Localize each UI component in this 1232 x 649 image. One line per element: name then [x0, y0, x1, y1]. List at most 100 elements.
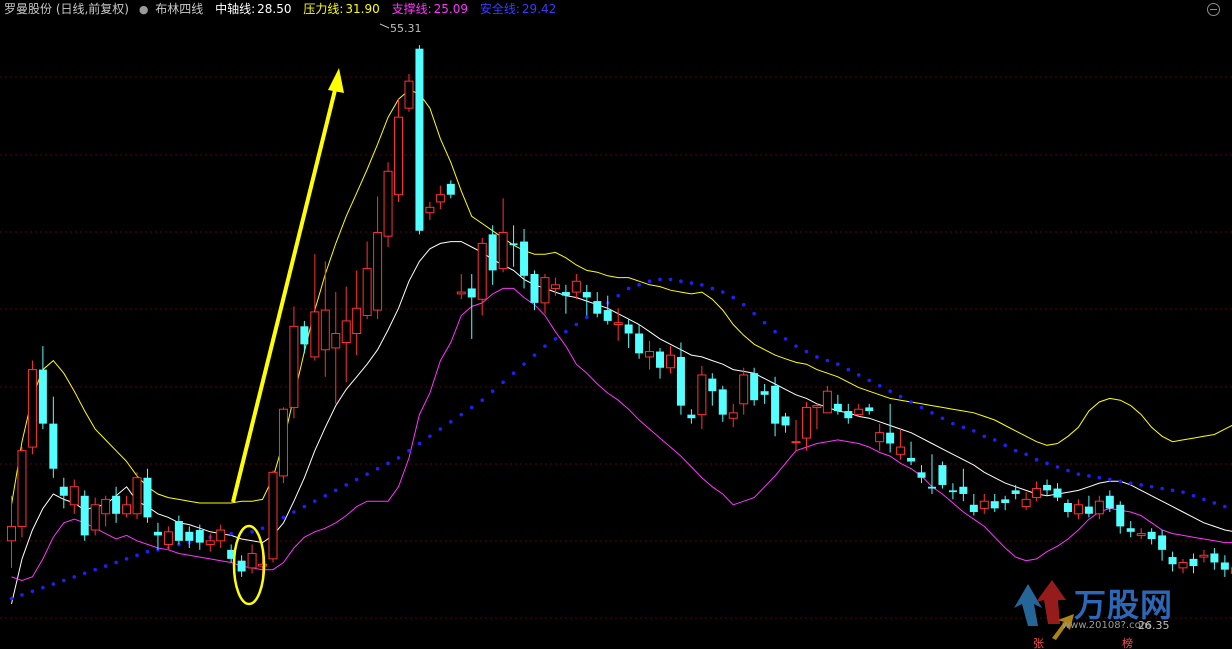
safe-line-dot — [1191, 493, 1196, 498]
safe-line-dot — [658, 277, 662, 282]
candle-up — [477, 242, 487, 300]
safe-line-dot — [124, 557, 129, 561]
candle-down — [1011, 490, 1020, 494]
candle-up — [540, 277, 550, 304]
candle-down — [948, 490, 957, 493]
safe-line-dot — [919, 405, 924, 410]
candle-down — [520, 241, 529, 276]
safe-line-dot — [386, 461, 390, 466]
lower-line-label: 支撑线: — [391, 2, 432, 16]
safe-line-dot — [1160, 486, 1164, 491]
candle-down — [1126, 528, 1135, 532]
candle-up — [550, 284, 560, 289]
candle-up — [1021, 498, 1031, 508]
safe-line-dot — [626, 286, 631, 291]
candle-up — [383, 170, 393, 237]
candle-down — [1116, 504, 1125, 527]
candle-up — [1073, 504, 1083, 515]
mid-line-label: 中轴线: — [215, 2, 256, 16]
safe-line-dot — [93, 567, 97, 572]
safe-line-value: 29.42 — [521, 2, 557, 16]
candle-up — [122, 504, 132, 515]
candle-up — [801, 406, 811, 439]
safe-line-dot — [407, 448, 411, 453]
safe-line-dot — [909, 400, 913, 404]
mid-band-line — [11, 241, 1232, 605]
safe-line-dot — [354, 477, 359, 482]
safe-line-dot — [731, 295, 736, 300]
safe-line-dot — [773, 329, 777, 334]
safe-line-dot — [522, 362, 526, 366]
candle-down — [59, 486, 68, 496]
candle-down — [750, 373, 759, 401]
upper-line-value: 31.90 — [345, 2, 380, 16]
candle-up — [498, 232, 508, 270]
upper-band-line — [11, 89, 1232, 505]
high-price-pointer — [379, 23, 390, 29]
safe-line-dot — [1045, 461, 1049, 466]
safe-line-dot — [114, 560, 118, 565]
safe-line-dot — [1118, 479, 1123, 484]
price-chart[interactable]: 55.31 26.35 张 榜 — [0, 0, 1232, 649]
candle-up — [822, 390, 832, 414]
safe-line-dot — [1087, 474, 1091, 478]
minimize-circle-icon[interactable] — [1207, 3, 1220, 16]
candle-down — [687, 414, 696, 419]
candle-up — [17, 450, 27, 527]
safe-line-dot — [804, 349, 809, 354]
safe-line-dot — [51, 582, 56, 586]
candle-down — [1105, 495, 1114, 509]
candle-down — [708, 378, 717, 392]
candle-up — [1199, 554, 1209, 558]
safe-line-dot — [647, 279, 652, 284]
safe-line-dot — [333, 488, 338, 493]
safe-line-dot — [762, 320, 767, 325]
safe-line-dot — [752, 311, 756, 316]
legend-safe-line: 安全线: 29.42 — [480, 0, 564, 18]
candle-down — [467, 288, 476, 298]
safe-line-dot — [637, 283, 641, 287]
safe-line-dot — [449, 420, 453, 424]
safe-line-dot — [438, 427, 443, 431]
watermark-arrows-icon — [1014, 580, 1074, 640]
candle-down — [1084, 506, 1093, 514]
safe-line-dot — [313, 499, 317, 503]
safe-line-dot — [480, 398, 485, 403]
candle-up — [979, 500, 989, 509]
safe-line-dot — [961, 425, 966, 430]
candle-down — [844, 411, 853, 419]
safe-line-dot — [302, 504, 307, 509]
safe-line-dot — [292, 510, 296, 514]
candle-down — [112, 495, 121, 514]
legend-upper-line: 压力线: 31.90 — [303, 0, 387, 18]
candle-down — [446, 183, 455, 195]
candle-up — [697, 374, 707, 416]
indicator-name[interactable]: 布林四线 — [155, 0, 203, 18]
safe-line-dot — [72, 575, 77, 579]
safe-line-dot — [1149, 484, 1154, 489]
candle-down — [886, 432, 895, 444]
candle-down — [990, 501, 999, 509]
high-price-label: 55.31 — [390, 22, 422, 35]
safe-line-dot — [700, 283, 704, 287]
safe-line-dot — [103, 564, 108, 568]
safe-line-dot — [585, 315, 589, 320]
stock-title: 罗曼股份 (日线,前复权) — [4, 2, 129, 16]
safe-line-dot — [9, 596, 14, 601]
candle-down — [907, 457, 916, 462]
safe-line-dot — [543, 344, 547, 348]
candle-up — [1136, 533, 1146, 536]
candle-down — [927, 486, 936, 489]
candle-down — [676, 356, 685, 406]
safe-line-dot — [877, 383, 882, 388]
safe-line-dot — [836, 362, 840, 366]
safe-line-dot — [1034, 457, 1039, 462]
settings-dot-icon[interactable]: ● — [139, 1, 149, 19]
candle-up — [163, 531, 173, 545]
safe-line-dot — [469, 405, 474, 410]
safe-line-dot — [574, 322, 579, 327]
trend-arrow-head — [328, 68, 344, 93]
candle-up — [1032, 488, 1042, 499]
safe-line-dot — [1097, 475, 1102, 480]
safe-line-dot — [689, 281, 694, 285]
